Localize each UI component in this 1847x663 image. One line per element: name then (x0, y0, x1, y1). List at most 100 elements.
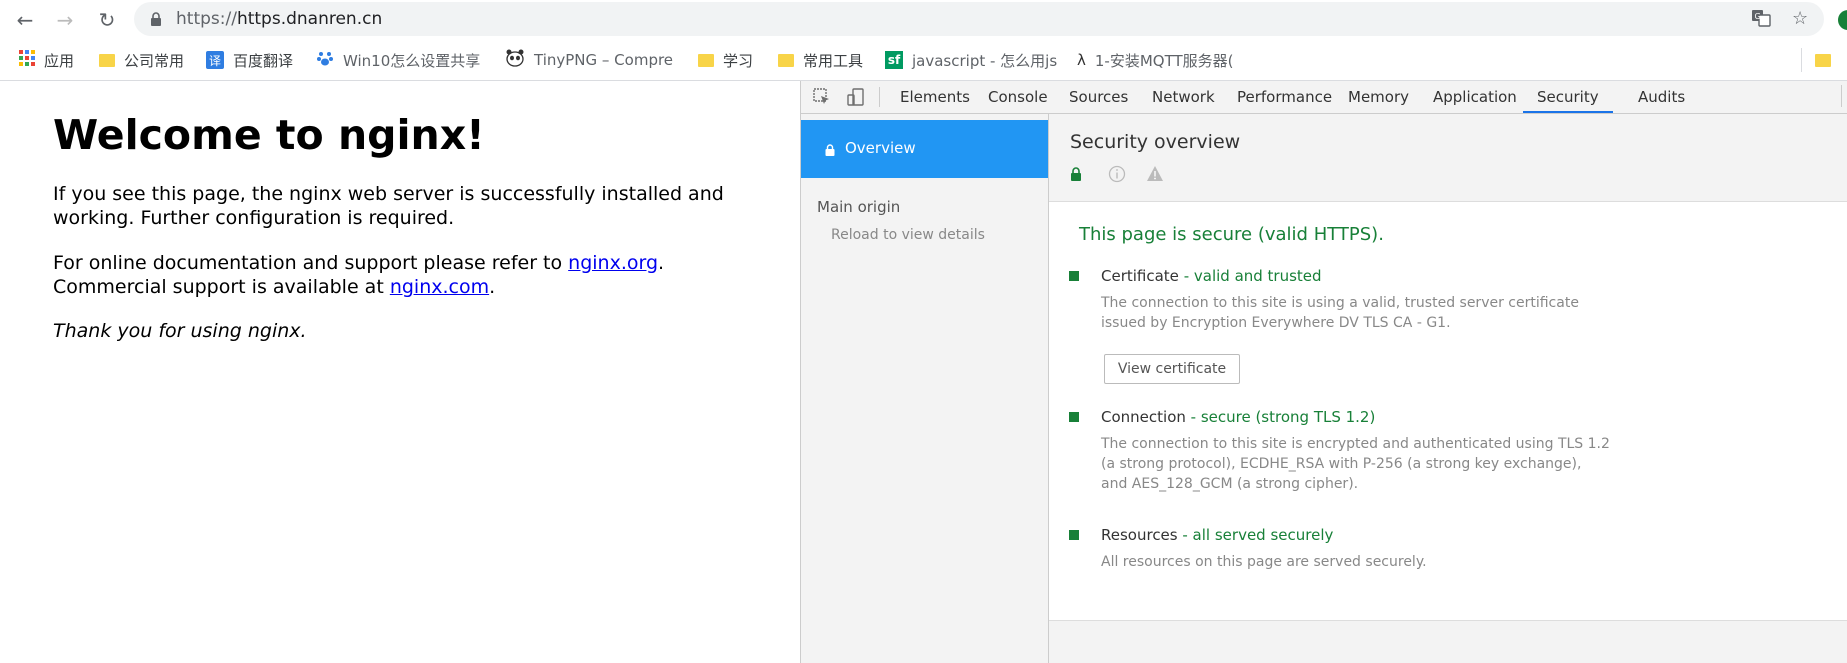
docs-paragraph: For online documentation and support ple… (53, 251, 753, 299)
sidebar-reload-hint[interactable]: Reload to view details (831, 227, 985, 243)
tab-sources[interactable]: Sources (1055, 81, 1142, 113)
overview-label: Overview (845, 139, 916, 157)
tab-application[interactable]: Application (1419, 81, 1531, 113)
tab-audits[interactable]: Audits (1624, 81, 1699, 113)
sidebar-item-overview[interactable]: Overview (801, 120, 1048, 178)
support-text-end: . (489, 276, 496, 298)
segmentfault-icon: sf (885, 51, 903, 69)
resources-description: All resources on this page are served se… (1101, 554, 1427, 570)
bookmark-win10-share[interactable]: Win10怎么设置共享 (316, 48, 480, 72)
bookmark-label: 百度翻译 (233, 51, 294, 70)
support-text: Commercial support is available at (53, 276, 390, 298)
bookmark-mqtt[interactable]: λ 1-安装MQTT服务器( (1077, 48, 1234, 72)
address-bar[interactable]: https://https.dnanren.cn G ☆ (134, 2, 1824, 36)
baidu-paw-icon (316, 49, 334, 71)
info-icon[interactable] (1108, 165, 1126, 188)
security-sidebar: Overview Main origin Reload to view deta… (801, 114, 1049, 663)
folder-icon (1815, 53, 1831, 67)
connection-description: The connection to this site is encrypted… (1101, 436, 1610, 492)
certificate-description: The connection to this site is using a v… (1101, 295, 1579, 331)
tab-elements[interactable]: Elements (886, 81, 984, 113)
bookmark-label: 1-安装MQTT服务器( (1094, 51, 1234, 70)
security-header: Security overview (1049, 114, 1847, 202)
folder-icon (778, 53, 794, 67)
security-main: Security overview This page is secure (v… (1049, 114, 1847, 663)
nginx-org-link[interactable]: nginx.org (568, 252, 658, 274)
tab-separator (879, 87, 880, 107)
reload-button[interactable]: ↻ (94, 7, 120, 33)
tab-security[interactable]: Security (1523, 81, 1613, 113)
url-host: https.dnanren.cn (236, 9, 383, 29)
tab-network[interactable]: Network (1138, 81, 1229, 113)
bookmarks-divider (1801, 48, 1802, 72)
bookmark-label: 公司常用 (124, 51, 185, 70)
resources-label: Resources (1101, 526, 1178, 544)
svg-text:G: G (1755, 12, 1761, 21)
lock-icon (150, 12, 162, 31)
tab-performance[interactable]: Performance (1223, 81, 1346, 113)
secure-summary: This page is secure (valid HTTPS). (1079, 224, 1384, 245)
security-overview-title: Security overview (1070, 131, 1241, 153)
translate-app-icon: 译 (206, 51, 224, 69)
bookmark-tinypng[interactable]: TinyPNG – Compre (505, 48, 673, 72)
lambda-icon: λ (1077, 51, 1086, 69)
bookmarks-bar: 应用 公司常用 译 百度翻译 Win10怎么设置共享 TinyPNG – Com… (0, 40, 1847, 81)
certificate-status: - valid and trusted (1178, 267, 1322, 285)
bookmark-label: javascript - 怎么用js (912, 51, 1058, 70)
tabbar-end-divider (1841, 85, 1842, 107)
bookmark-folder-company[interactable]: 公司常用 (99, 48, 184, 72)
intro-paragraph: If you see this page, the nginx web serv… (53, 183, 724, 229)
bookmark-label: 学习 (723, 51, 754, 70)
bookmark-label: Win10怎么设置共享 (343, 51, 481, 70)
tab-memory[interactable]: Memory (1334, 81, 1423, 113)
certificate-status-marker (1069, 271, 1079, 281)
certificate-title: Certificate - valid and trusted (1101, 267, 1322, 285)
devtools-panel: Elements Console Sources Network Perform… (800, 81, 1847, 663)
view-certificate-button[interactable]: View certificate (1104, 354, 1240, 384)
devtools-tabbar: Elements Console Sources Network Perform… (801, 81, 1847, 114)
secure-lock-icon[interactable] (1070, 167, 1082, 186)
apps-grid-icon (19, 50, 35, 70)
certificate-label: Certificate (1101, 267, 1179, 285)
bookmark-star-icon[interactable]: ☆ (1792, 8, 1808, 29)
panda-icon (505, 49, 525, 71)
docs-text-end: . (658, 252, 665, 274)
bookmark-label: 应用 (44, 51, 75, 70)
bookmark-baidu-translate[interactable]: 译 百度翻译 (206, 48, 293, 72)
folder-icon (698, 53, 714, 67)
back-button[interactable]: ← (12, 7, 38, 33)
url-text: https://https.dnanren.cn (176, 9, 382, 29)
bookmark-label: TinyPNG – Compre (534, 51, 674, 69)
browser-toolbar: ← → ↻ https://https.dnanren.cn G ☆ (0, 0, 1847, 40)
bookmark-javascript[interactable]: sf javascript - 怎么用js (885, 48, 1057, 72)
bookmark-folder-other[interactable] (1815, 48, 1840, 72)
resources-title: Resources - all served securely (1101, 526, 1333, 544)
url-scheme: https:// (176, 9, 237, 29)
bookmark-folder-tools[interactable]: 常用工具 (778, 48, 863, 72)
security-details: This page is secure (valid HTTPS). Certi… (1049, 202, 1847, 621)
device-toolbar-icon[interactable] (845, 87, 867, 107)
connection-status-marker (1069, 412, 1079, 422)
translate-icon[interactable]: G (1751, 8, 1771, 33)
connection-status: - secure (strong TLS 1.2) (1185, 408, 1376, 426)
inspect-element-icon[interactable] (811, 87, 833, 107)
resources-status-marker (1069, 530, 1079, 540)
tab-console[interactable]: Console (974, 81, 1062, 113)
forward-button[interactable]: → (52, 7, 78, 33)
bookmark-folder-study[interactable]: 学习 (698, 48, 753, 72)
nginx-com-link[interactable]: nginx.com (390, 276, 489, 298)
connection-title: Connection - secure (strong TLS 1.2) (1101, 408, 1375, 426)
thanks-paragraph: Thank you for using nginx. (53, 320, 307, 342)
docs-text: For online documentation and support ple… (53, 252, 569, 274)
connection-label: Connection (1101, 408, 1186, 426)
resources-status: - all served securely (1177, 526, 1334, 544)
lock-icon (825, 142, 835, 160)
profile-avatar[interactable] (1838, 10, 1847, 30)
page-heading: Welcome to nginx! (53, 111, 485, 159)
web-page: Welcome to nginx! If you see this page, … (0, 81, 800, 663)
sidebar-main-origin: Main origin (817, 198, 901, 216)
warning-icon[interactable] (1146, 165, 1164, 187)
bookmark-label: 常用工具 (803, 51, 864, 70)
bookmark-apps[interactable]: 应用 (19, 48, 74, 72)
folder-icon (99, 53, 115, 67)
